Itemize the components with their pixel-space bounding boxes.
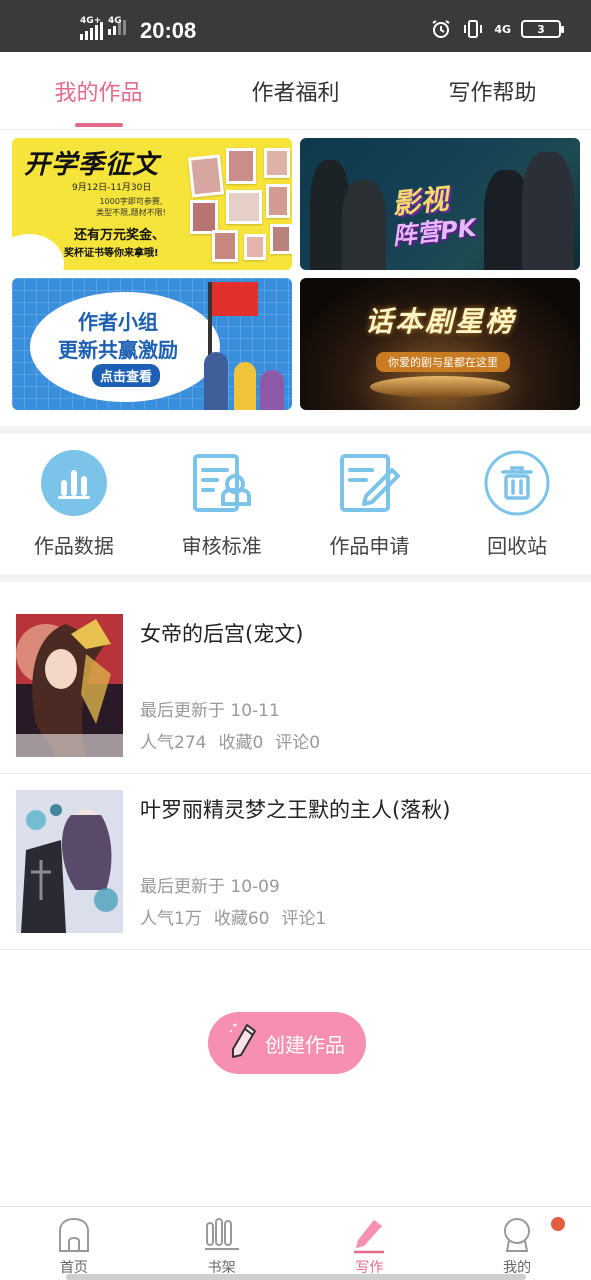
work-updated: 最后更新于 10-09: [140, 877, 280, 897]
comments-count: 评论1: [281, 909, 327, 929]
create-work-label: 创建作品: [265, 1032, 345, 1057]
cartoon-figure: [204, 352, 228, 410]
person-figure: [342, 180, 386, 270]
tab-writing-help[interactable]: 写作帮助: [394, 52, 591, 129]
bar-chart-icon: [40, 450, 107, 516]
clock: 20:08: [140, 18, 197, 43]
network-type-label: 4G: [494, 22, 511, 36]
quick-action-label: 作品数据: [33, 534, 114, 558]
home-icon: [54, 1215, 94, 1255]
work-item[interactable]: 女帝的后宫(宠文) 最后更新于 10-11 人气274 收藏0 评论0: [0, 598, 591, 774]
photo-image: [212, 230, 238, 262]
favorites-count: 收藏0: [218, 733, 264, 753]
quick-action-label: 审核标准: [181, 534, 262, 558]
tab-my-works[interactable]: 我的作品: [0, 52, 197, 129]
nav-bookshelf[interactable]: 书架: [148, 1207, 296, 1280]
banner-prize: 还有万元奖金、: [74, 228, 166, 243]
pen-icon: [349, 1215, 389, 1255]
popularity-count: 人气1万: [140, 909, 202, 929]
photo-image: [226, 190, 262, 224]
tab-author-benefits[interactable]: 作者福利: [197, 52, 394, 129]
top-tabs: 我的作品 作者福利 写作帮助: [0, 52, 591, 130]
comments-count: 评论0: [275, 733, 321, 753]
banner-subtitle: 1000字即可参赛,类型不限,题材不限!: [96, 197, 166, 217]
banner-grid: 开学季征文 9月12日-11月30日 1000字即可参赛,类型不限,题材不限! …: [12, 138, 580, 410]
status-bar: 4G+ 4G 20:08 4G 3: [0, 0, 591, 52]
quick-action-work-data[interactable]: 作品数据: [0, 442, 148, 576]
pen-icon: [229, 1021, 259, 1066]
signal-icon: 4G: [108, 16, 126, 35]
vibrate-icon: [462, 18, 484, 40]
section-divider: [0, 426, 591, 434]
banner-contest[interactable]: 开学季征文 9月12日-11月30日 1000字即可参赛,类型不限,题材不限! …: [12, 138, 292, 270]
nav-write[interactable]: 写作: [296, 1207, 444, 1280]
bottom-nav: 首页 书架 写作 我的: [0, 1206, 591, 1280]
bookshelf-icon: [202, 1215, 242, 1255]
stage-decoration: [370, 376, 510, 398]
quick-action-review-standard[interactable]: 审核标准: [148, 442, 296, 576]
banner-title: 开学季征文: [24, 150, 160, 180]
photo-image: [266, 184, 290, 218]
book-cover-image: [16, 614, 123, 757]
work-updated: 最后更新于 10-11: [140, 701, 280, 721]
work-title: 叶罗丽精灵梦之王默的主人(落秋): [140, 798, 451, 822]
work-stats: 人气274 收藏0 评论0: [140, 728, 320, 753]
cloud-decoration: [12, 234, 64, 270]
banner-dates: 9月12日-11月30日: [72, 183, 152, 193]
profile-icon: [497, 1215, 537, 1255]
quick-action-work-apply[interactable]: 作品申请: [296, 442, 444, 576]
person-figure: [522, 152, 574, 270]
work-stats: 人气1万 收藏60 评论1: [140, 904, 326, 929]
quick-actions: 作品数据 审核标准 作品申请 回收站: [0, 442, 591, 576]
photo-image: [187, 154, 225, 198]
work-title: 女帝的后宫(宠文): [140, 622, 304, 646]
cartoon-figure: [260, 370, 284, 410]
review-standard-icon: [189, 450, 255, 516]
banner-title-line2: 阵营PK: [391, 213, 478, 251]
works-list: 女帝的后宫(宠文) 最后更新于 10-11 人气274 收藏0 评论0 叶罗丽精…: [0, 598, 591, 950]
photo-image: [190, 200, 218, 234]
banner-drama-ranking[interactable]: 话本剧星榜 你爱的剧与星都在这里: [300, 278, 580, 410]
quick-action-recycle-bin[interactable]: 回收站: [443, 442, 591, 576]
photo-image: [270, 224, 292, 254]
edit-document-icon: [336, 450, 402, 516]
banner-film-pk[interactable]: 影视 阵营PK: [300, 138, 580, 270]
network-type-label: 4G+: [80, 16, 102, 26]
section-divider: [0, 574, 591, 582]
favorites-count: 收藏60: [213, 909, 270, 929]
banner-prize-line2: 奖杯证书等你来拿哦!: [64, 248, 159, 259]
view-button: 点击查看: [92, 364, 161, 387]
create-work-button[interactable]: 创建作品: [208, 1012, 366, 1074]
signal-icon: 4G+: [80, 16, 103, 40]
photo-image: [264, 148, 290, 178]
banner-title-line2: 更新共赢激励: [58, 338, 178, 362]
flag-icon: [212, 282, 258, 316]
cartoon-figure: [234, 362, 256, 410]
nav-profile[interactable]: 我的: [443, 1207, 591, 1280]
banner-title: 话本剧星榜: [364, 305, 515, 338]
quick-action-label: 作品申请: [329, 534, 410, 558]
banner-title: 作者小组: [78, 310, 158, 334]
alarm-icon: [430, 18, 452, 40]
work-item[interactable]: 叶罗丽精灵梦之王默的主人(落秋) 最后更新于 10-09 人气1万 收藏60 评…: [0, 774, 591, 950]
home-indicator: [66, 1274, 526, 1280]
photo-image: [226, 148, 256, 184]
banner-author-group[interactable]: 作者小组 更新共赢激励 点击查看: [12, 278, 292, 410]
popularity-count: 人气274: [140, 733, 207, 753]
nav-home[interactable]: 首页: [0, 1207, 148, 1280]
photo-image: [244, 234, 266, 260]
battery-icon: 3: [521, 20, 564, 38]
book-cover-image: [16, 790, 123, 933]
banner-subtitle: 你爱的剧与星都在这里: [376, 352, 510, 372]
trash-icon: [484, 450, 550, 516]
notification-badge: [551, 1217, 565, 1231]
quick-action-label: 回收站: [487, 534, 548, 558]
